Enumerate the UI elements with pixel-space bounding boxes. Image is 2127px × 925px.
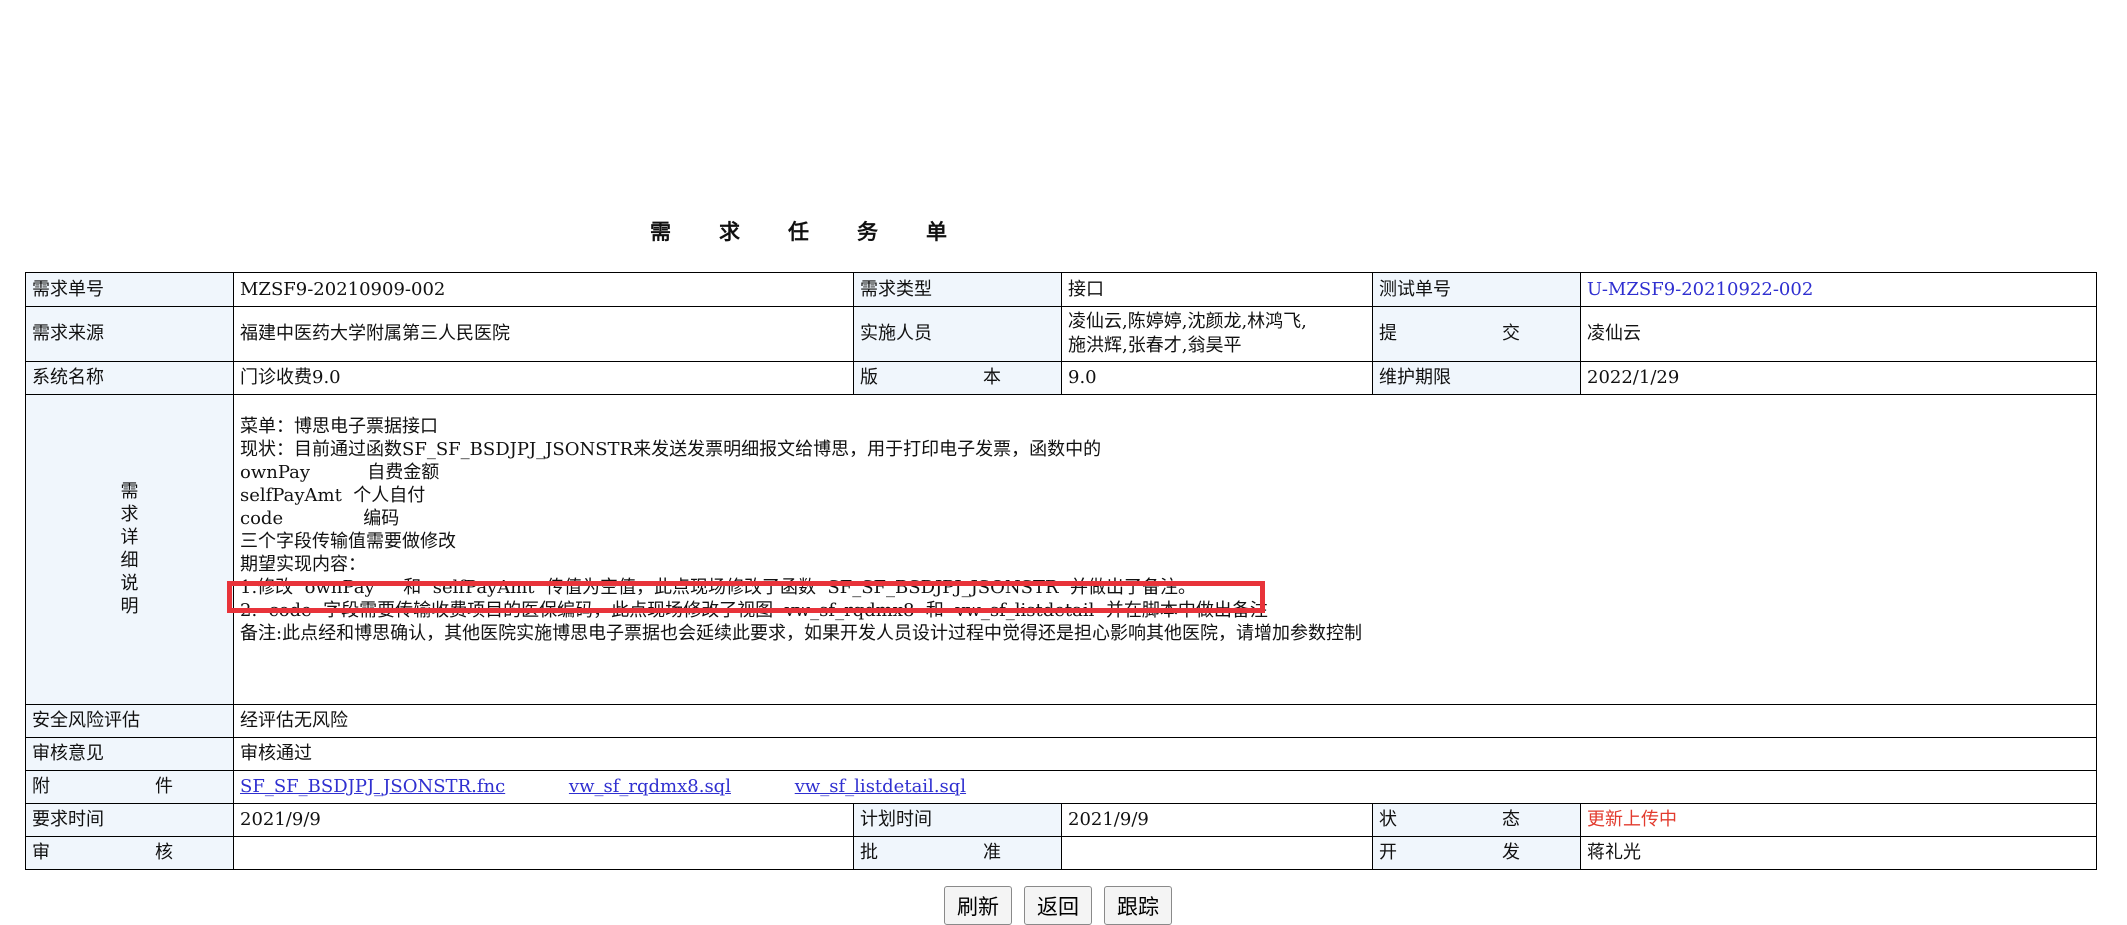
test-no-label: 测试单号 bbox=[1372, 272, 1581, 307]
detail-line: 1.修改 ownPay 和 selfPayAmt 传值为空值，此点现场修改了函数… bbox=[240, 577, 1196, 598]
review-label: 审核意见 bbox=[25, 737, 234, 771]
maint-label: 维护期限 bbox=[1372, 361, 1581, 395]
detail-line: 期望实现内容： bbox=[240, 554, 366, 575]
impl-line-2: 施洪辉,张春才,翁昊平 bbox=[1068, 335, 1242, 356]
approve-value bbox=[1061, 836, 1373, 870]
detail-line: 现状：目前通过函数SF_SF_BSDJPJ_JSONSTR来发送发票明细报文给博… bbox=[240, 439, 1102, 460]
approve-label: 批准 bbox=[853, 836, 1062, 870]
detail-line: selfPayAmt 个人自付 bbox=[240, 485, 426, 506]
detail-line: 菜单：博思电子票据接口 bbox=[240, 416, 438, 437]
req-no-label: 需求单号 bbox=[25, 272, 234, 307]
test-no-cell: U-MZSF9-20210922-002 bbox=[1580, 272, 2097, 307]
track-button[interactable]: 跟踪 bbox=[1104, 886, 1172, 925]
test-no-link[interactable]: U-MZSF9-20210922-002 bbox=[1587, 279, 1813, 300]
table-row: 要求时间 2021/9/9 计划时间 2021/9/9 状态 更新上传中 bbox=[25, 803, 2097, 837]
attachment-link[interactable]: vw_sf_rqdmx8.sql bbox=[569, 776, 731, 797]
audit-value bbox=[233, 836, 854, 870]
submit-value: 凌仙云 bbox=[1580, 306, 2097, 362]
detail-label: 需求详细说明 bbox=[25, 394, 234, 705]
source-value: 福建中医药大学附属第三人民医院 bbox=[233, 306, 854, 362]
dev-label: 开发 bbox=[1372, 836, 1581, 870]
table-row: 需求单号 MZSF9-20210909-002 需求类型 接口 测试单号 U-M… bbox=[25, 272, 2097, 307]
table-row: 系统名称 门诊收费9.0 版本 9.0 维护期限 2022/1/29 bbox=[25, 361, 2097, 395]
status-value: 更新上传中 bbox=[1587, 809, 1677, 830]
page-title: 需求任务单 bbox=[650, 219, 995, 244]
dev-value: 蒋礼光 bbox=[1580, 836, 2097, 870]
impl-label: 实施人员 bbox=[853, 306, 1062, 362]
action-buttons: 刷新 返回 跟踪 bbox=[944, 886, 1172, 925]
req-time-value: 2021/9/9 bbox=[233, 803, 854, 837]
detail-label-text: 需求详细说明 bbox=[120, 481, 139, 617]
req-type-value: 接口 bbox=[1061, 272, 1373, 307]
table-row: 审核意见 审核通过 bbox=[25, 737, 2097, 771]
table-row: 安全风险评估 经评估无风险 bbox=[25, 704, 2097, 738]
attach-files: SF_SF_BSDJPJ_JSONSTR.fnc vw_sf_rqdmx8.sq… bbox=[233, 770, 2097, 804]
refresh-button[interactable]: 刷新 bbox=[944, 886, 1012, 925]
system-label: 系统名称 bbox=[25, 361, 234, 395]
audit-label: 审核 bbox=[25, 836, 234, 870]
attachment-link[interactable]: SF_SF_BSDJPJ_JSONSTR.fnc bbox=[240, 776, 505, 797]
detail-line: 备注:此点经和博思确认，其他医院实施博思电子票据也会延续此要求，如果开发人员设计… bbox=[240, 623, 1363, 644]
table-row: 审核 批准 开发 蒋礼光 bbox=[25, 836, 2097, 870]
version-label: 版本 bbox=[853, 361, 1062, 395]
back-button[interactable]: 返回 bbox=[1024, 886, 1092, 925]
submit-label: 提交 bbox=[1372, 306, 1581, 362]
table-row: 附件 SF_SF_BSDJPJ_JSONSTR.fnc vw_sf_rqdmx8… bbox=[25, 770, 2097, 804]
review-value: 审核通过 bbox=[233, 737, 2097, 771]
maint-value: 2022/1/29 bbox=[1580, 361, 2097, 395]
req-type-label: 需求类型 bbox=[853, 272, 1062, 307]
status-cell: 更新上传中 bbox=[1580, 803, 2097, 837]
version-value: 9.0 bbox=[1061, 361, 1373, 395]
status-label: 状态 bbox=[1372, 803, 1581, 837]
impl-value: 凌仙云,陈婷婷,沈颜龙,林鸿飞, 施洪辉,张春才,翁昊平 bbox=[1061, 306, 1373, 362]
detail-line: 三个字段传输值需要做修改 bbox=[240, 531, 456, 552]
attachment-link[interactable]: vw_sf_listdetail.sql bbox=[795, 776, 966, 797]
impl-line-1: 凌仙云,陈婷婷,沈颜龙,林鸿飞, bbox=[1068, 311, 1307, 332]
risk-value: 经评估无风险 bbox=[233, 704, 2097, 738]
attach-label: 附件 bbox=[25, 770, 234, 804]
plan-time-value: 2021/9/9 bbox=[1061, 803, 1373, 837]
detail-content: 菜单：博思电子票据接口 现状：目前通过函数SF_SF_BSDJPJ_JSONST… bbox=[233, 394, 2097, 705]
detail-line: ownPay 自费金额 bbox=[240, 462, 440, 483]
source-label: 需求来源 bbox=[25, 306, 234, 362]
table-row: 需求来源 福建中医药大学附属第三人民医院 实施人员 凌仙云,陈婷婷,沈颜龙,林鸿… bbox=[25, 306, 2097, 362]
risk-label: 安全风险评估 bbox=[25, 704, 234, 738]
detail-line: 2. code 字段需要传输收费项目的医保编码，此点现场修改了视图 vw_sf_… bbox=[240, 600, 1268, 621]
requirement-table: 需求单号 MZSF9-20210909-002 需求类型 接口 测试单号 U-M… bbox=[25, 272, 2097, 870]
table-row: 需求详细说明 菜单：博思电子票据接口 现状：目前通过函数SF_SF_BSDJPJ… bbox=[25, 394, 2097, 705]
system-value: 门诊收费9.0 bbox=[233, 361, 854, 395]
req-time-label: 要求时间 bbox=[25, 803, 234, 837]
plan-time-label: 计划时间 bbox=[853, 803, 1062, 837]
req-no-value: MZSF9-20210909-002 bbox=[233, 272, 854, 307]
detail-line: code 编码 bbox=[240, 508, 400, 529]
